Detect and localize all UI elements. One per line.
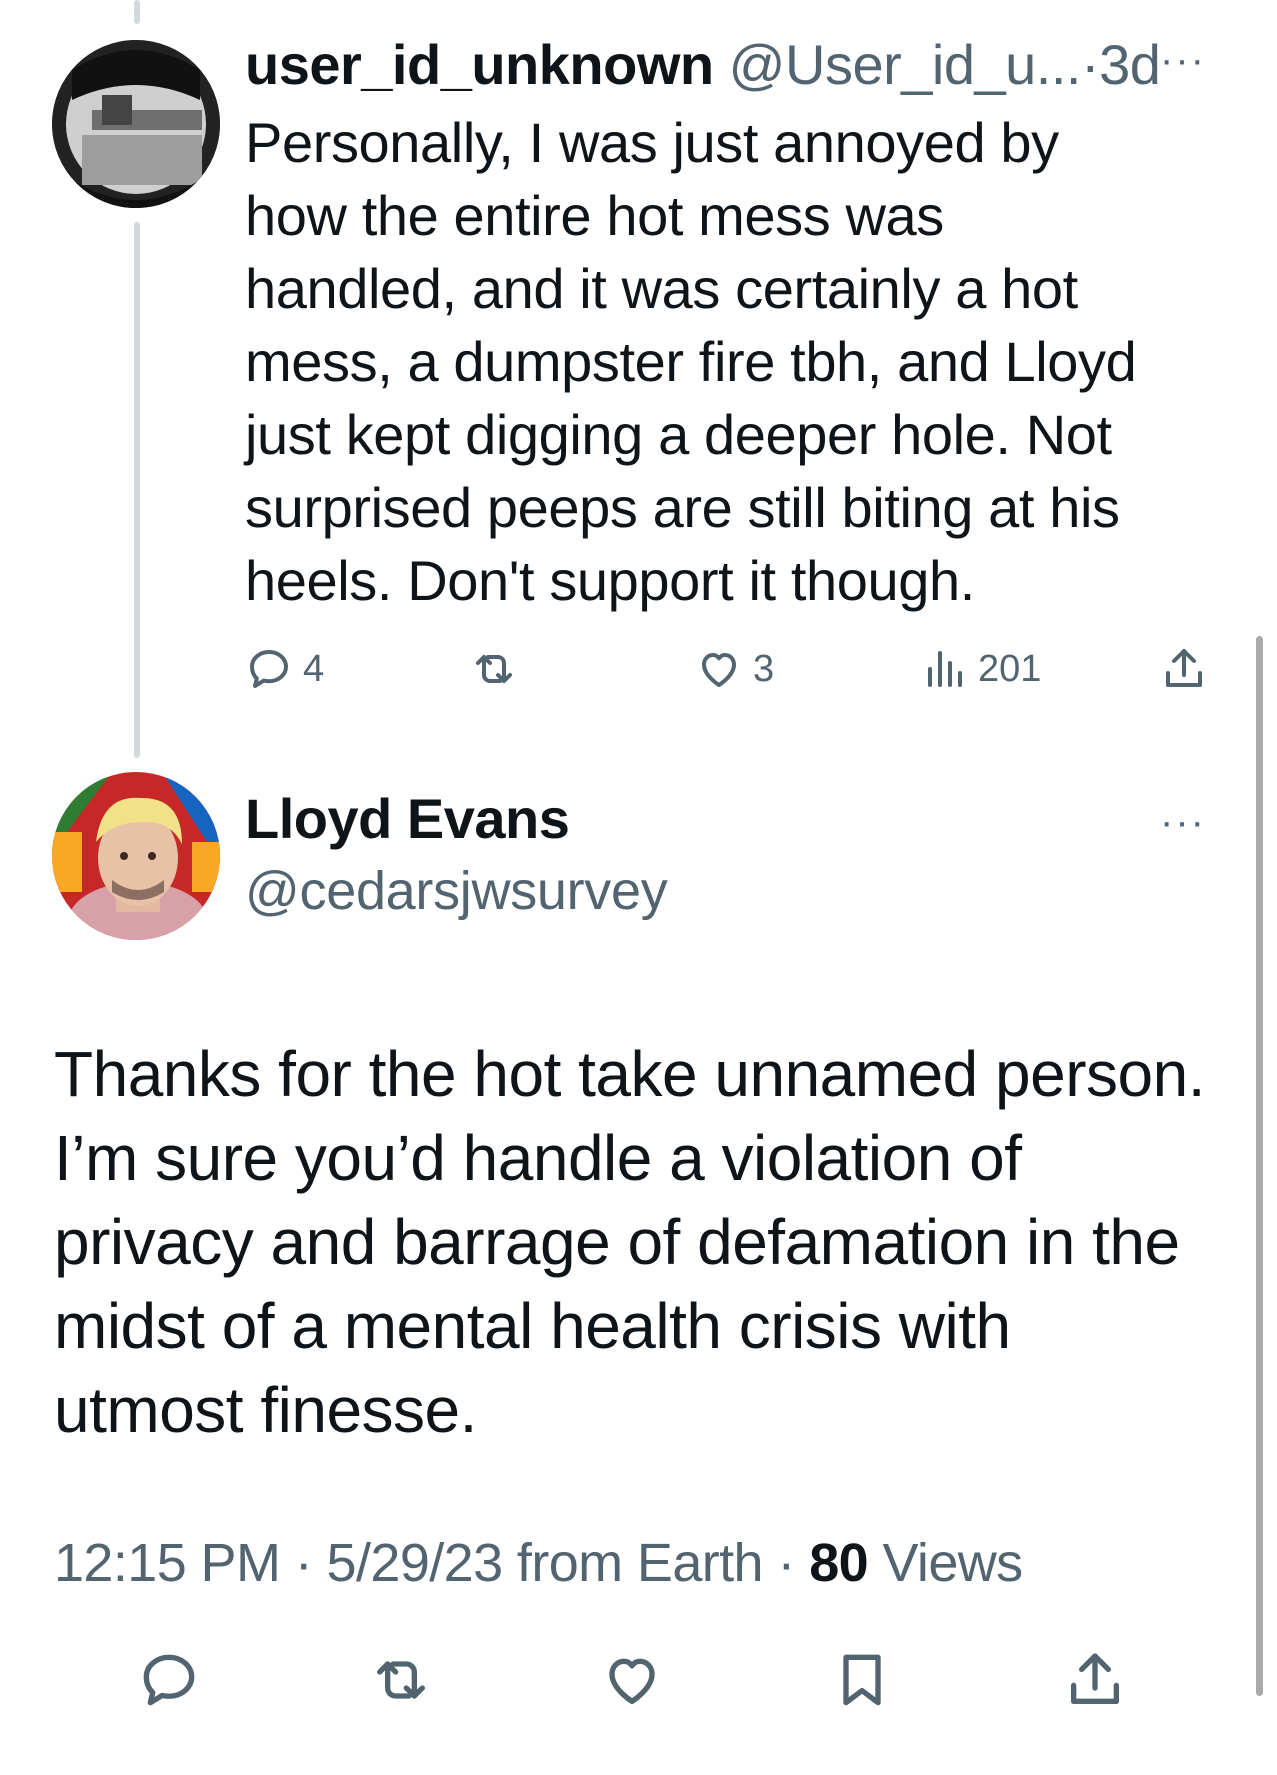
parent-view-count: 201	[978, 647, 1042, 690]
parent-views-button[interactable]: 201	[920, 645, 1041, 693]
parent-share-button[interactable]	[1160, 645, 1208, 693]
share-icon	[1166, 649, 1202, 687]
reply-button[interactable]	[137, 1648, 201, 1717]
like-button[interactable]	[600, 1648, 664, 1717]
main-more-button[interactable]: ···	[1160, 800, 1206, 845]
meta-separator: ·	[280, 1533, 327, 1593]
heart-icon	[702, 653, 736, 687]
views-count[interactable]: 80	[809, 1533, 868, 1593]
retweet-icon	[476, 655, 512, 683]
parent-separator: ·	[1080, 33, 1100, 96]
main-text-line: I’m sure you’d handle a violation of	[54, 1122, 1022, 1194]
parent-tweet-text: Personally, I was just annoyed by how th…	[245, 106, 1205, 617]
parent-text-line: how the entire hot mess was	[245, 184, 944, 247]
tweet-date[interactable]: 5/29/23	[327, 1533, 504, 1593]
parent-time[interactable]: 3d	[1099, 33, 1161, 96]
parent-retweet-button[interactable]	[470, 645, 518, 693]
parent-like-button[interactable]: 3	[695, 645, 774, 693]
avatar-image	[52, 772, 220, 940]
share-icon	[1071, 1653, 1119, 1704]
reply-icon	[250, 650, 288, 688]
retweet-icon	[377, 1661, 425, 1699]
main-text-line: utmost finesse.	[54, 1374, 477, 1446]
share-button[interactable]	[1063, 1648, 1127, 1717]
tweet-time[interactable]: 12:15 PM	[54, 1533, 281, 1593]
parent-text-line: mess, a dumpster fire tbh, and Lloyd	[245, 330, 1137, 393]
parent-text-line: surprised peeps are still biting at his	[245, 476, 1120, 539]
views-label[interactable]: Views	[868, 1533, 1023, 1593]
thread-line	[134, 222, 140, 758]
parent-text-line: just kept digging a deeper hole. Not	[245, 403, 1112, 466]
author-display-name[interactable]: Lloyd Evans	[245, 786, 570, 851]
meta-separator: ·	[763, 1533, 810, 1593]
parent-text-line: Personally, I was just annoyed by	[245, 111, 1059, 174]
parent-header: user_id_unknown @User_id_u...·3d	[245, 32, 1161, 97]
main-text-line: privacy and barrage of defamation in the	[54, 1206, 1180, 1278]
thread-line-top	[134, 0, 140, 24]
parent-handle[interactable]: @User_id_u...	[729, 33, 1082, 96]
retweet-button[interactable]	[369, 1648, 433, 1717]
parent-text-line: heels. Don't support it though.	[245, 549, 975, 612]
main-text-line: midst of a mental health crisis with	[54, 1290, 1011, 1362]
main-tweet-text: Thanks for the hot take unnamed person. …	[54, 1032, 1234, 1452]
scrollbar[interactable]	[1256, 636, 1263, 1696]
tweet-source: from Earth	[502, 1533, 764, 1593]
parent-more-button[interactable]: ···	[1160, 38, 1206, 83]
parent-display-name[interactable]: user_id_unknown	[245, 33, 714, 96]
bookmark-icon	[843, 1654, 881, 1706]
avatar-image	[52, 40, 220, 208]
author-handle[interactable]: @cedarsjwsurvey	[245, 860, 668, 922]
author-avatar[interactable]	[52, 772, 220, 940]
bookmark-button[interactable]	[830, 1648, 894, 1717]
parent-reply-count: 4	[303, 647, 325, 690]
parent-avatar[interactable]	[52, 40, 220, 208]
reply-icon	[143, 1654, 195, 1706]
heart-icon	[609, 1658, 655, 1704]
parent-like-count: 3	[753, 647, 775, 690]
analytics-icon	[928, 651, 962, 687]
main-text-line: Thanks for the hot take unnamed person.	[54, 1038, 1206, 1110]
parent-reply-button[interactable]: 4	[245, 645, 324, 693]
parent-text-line: handled, and it was certainly a hot	[245, 257, 1078, 320]
tweet-metadata: 12:15 PM · 5/29/23 from Earth · 80 Views	[54, 1532, 1023, 1594]
